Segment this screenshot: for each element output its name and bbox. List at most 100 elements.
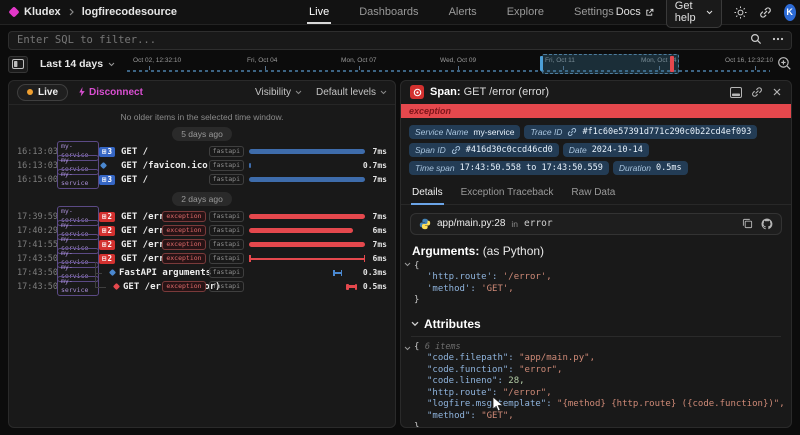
user-avatar[interactable]: K [784,4,796,21]
arguments-code: { 'http.route': '/error', 'method': 'GET… [401,260,791,307]
time-group-pill: 5 days ago [172,127,232,141]
source-location[interactable]: app/main.py:28 in error [410,213,782,235]
chevron-down-icon [108,62,115,67]
tree-line [95,287,106,288]
span-diamond-icon [100,162,107,169]
live-status-dot [27,89,33,95]
sidebar-toggle-icon[interactable] [8,56,28,73]
children-count-badge[interactable]: ⊞3 [99,147,115,157]
docs-link[interactable]: Docs [616,6,654,18]
timeline-tick: Mon, Oct 07 [341,57,376,64]
service-pill: my-service [57,169,99,189]
org-name[interactable]: Kludex [24,6,61,18]
duration-bar [249,163,251,168]
span-id-badge[interactable]: Span ID #416d30c0ccd46cd0 [409,143,559,157]
children-count-badge[interactable]: ⊞3 [99,175,115,185]
tag-fastapi: fastapi [209,267,244,278]
time-range-dropdown[interactable]: Last 14 days [36,58,119,70]
collapse-caret-icon[interactable] [404,346,411,351]
chevron-down-icon [380,90,387,95]
tag-fastapi: fastapi [209,281,244,292]
main-nav: Live Dashboards Alerts Explore Settings [307,1,616,24]
top-header: Kludex logfirecodesource Live Dashboards… [0,0,800,25]
chevron-down-icon [706,10,713,15]
tag-exception: exception [162,211,205,222]
dock-panel-icon[interactable] [730,87,742,98]
mouse-cursor [492,396,504,413]
tab-raw-data[interactable]: Raw Data [570,184,616,204]
live-toggle-button[interactable]: Live [17,84,68,101]
link-icon [451,145,461,155]
error-span-icon [410,85,424,99]
tag-exception: exception [162,281,205,292]
service-pill: my-service [57,276,99,296]
duration-bar [249,228,353,233]
zoom-in-icon[interactable] [777,56,792,71]
trace-row[interactable]: 16:15:00 my-service ⊞3 GET / fastapi 7ms [9,173,395,187]
attributes-code: { 6 items "code.filepath": "app/main.py"… [401,341,791,428]
copy-icon[interactable] [742,218,753,230]
more-options-icon[interactable] [772,37,784,41]
plug-icon [78,87,86,97]
children-count-badge[interactable]: ⊞2 [99,226,115,236]
chevron-down-icon [295,90,302,95]
close-icon[interactable] [772,87,782,97]
breadcrumb: Kludex logfirecodesource [10,6,177,18]
timeline-tick: Oct 02, 12:32:10 [133,57,181,64]
tag-fastapi: fastapi [209,211,244,222]
timeline-tick: Wed, Oct 09 [440,57,476,64]
theme-toggle-icon[interactable] [734,6,747,19]
tag-exception: exception [162,225,205,236]
detail-title: Span: GET /error (error) [430,86,549,98]
children-count-badge[interactable]: ⊟2 [99,254,115,264]
tab-details[interactable]: Details [411,184,444,205]
tag-fastapi: fastapi [209,146,244,157]
children-count-badge[interactable]: ⊞2 [99,240,115,250]
children-count-badge[interactable]: ⊞2 [99,212,115,222]
visibility-dropdown[interactable]: Visibility [255,87,302,98]
share-link-icon[interactable] [759,6,772,19]
span-diamond-icon [109,269,116,276]
get-help-button[interactable]: Get help [666,0,722,28]
child-span-row[interactable]: 17:43:50 my-service GET /error (error) e… [9,280,395,294]
error-activity-bar [670,56,674,72]
tab-dashboards[interactable]: Dashboards [357,1,420,24]
tree-line [95,273,102,274]
arguments-heading: Arguments: (as Python) [401,235,791,260]
service-name-badge: Service Namemy-service [409,125,520,139]
tab-explore[interactable]: Explore [505,1,546,24]
error-span-icon [113,283,120,290]
trace-id-badge[interactable]: Trace ID #f1c60e57391d771c290c0b22cd4ef0… [524,125,757,139]
chevron-right-icon [68,8,75,16]
time-span-badge: Time span17:43:50.558 to 17:43:50.559 [409,161,609,175]
date-badge: Date2024-10-14 [563,143,649,157]
tab-settings[interactable]: Settings [572,1,616,24]
project-name[interactable]: logfirecodesource [82,6,177,18]
github-icon[interactable] [761,218,773,230]
tag-fastapi: fastapi [209,160,244,171]
external-link-icon [645,8,654,17]
timeline-tick: Fri, Oct 04 [247,57,277,64]
tab-live[interactable]: Live [307,1,331,24]
link-icon [567,127,577,137]
exception-banner: exception [401,104,791,118]
collapse-caret-icon[interactable] [404,262,411,267]
empty-window-message: No older items in the selected time wind… [9,112,395,122]
timeline[interactable]: Oct 02, 12:32:10 Fri, Oct 04 Mon, Oct 07… [127,54,792,75]
duration-badge: Duration0.5ms [613,161,688,175]
span-detail-panel: Span: GET /error (error) exception Servi… [400,80,792,428]
tab-alerts[interactable]: Alerts [447,1,479,24]
timeline-selection[interactable] [542,54,679,74]
disconnect-button[interactable]: Disconnect [78,87,143,98]
search-icon[interactable] [750,33,762,45]
default-levels-dropdown[interactable]: Default levels [316,87,387,98]
tag-exception: exception [162,239,205,250]
selection-start-handle[interactable] [540,56,543,71]
sql-filter-input[interactable] [8,31,792,50]
tab-exception-traceback[interactable]: Exception Traceback [460,184,555,204]
tag-fastapi: fastapi [209,253,244,264]
copy-link-icon[interactable] [751,86,763,98]
live-view-panel: Live Disconnect Visibility Default level… [8,80,396,428]
tag-fastapi: fastapi [209,225,244,236]
attributes-heading[interactable]: Attributes [411,317,781,337]
